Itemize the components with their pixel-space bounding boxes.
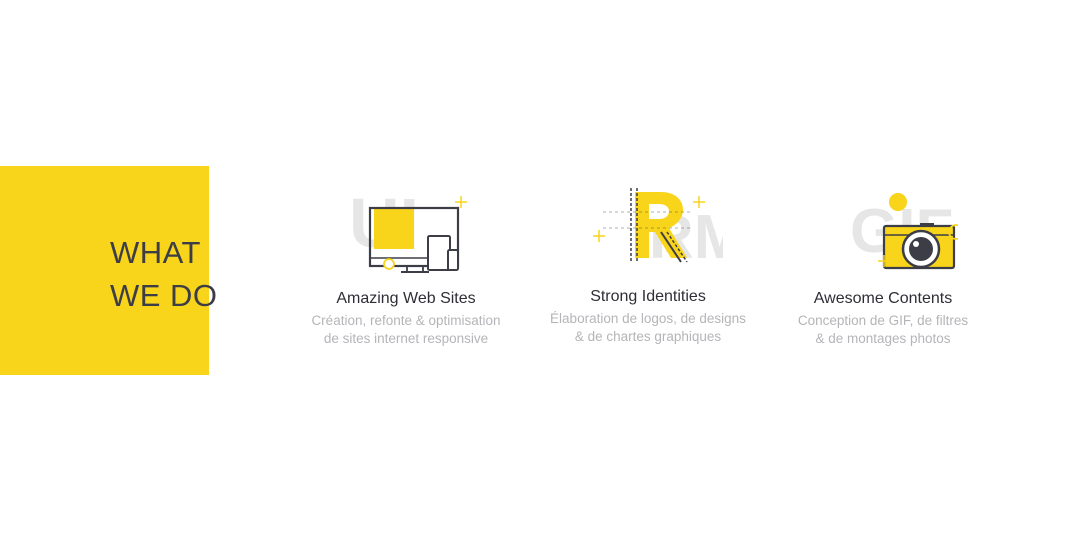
service-description-line-1: Création, refonte & optimisation	[311, 313, 501, 328]
identities-illustration: RM	[528, 180, 768, 275]
service-description: Conception de GIF, de filtres & de monta…	[763, 312, 1003, 348]
service-title: Awesome Contents	[813, 290, 953, 307]
service-card-identities: RM Strong Identities Élaboration de logo…	[528, 180, 768, 346]
devices-icon: UI	[349, 184, 467, 273]
section-title: WHAT WE DO	[110, 231, 218, 317]
service-card-contents: GIF Awesome Contents Conception de GIF, …	[763, 180, 1003, 348]
service-description: Création, refonte & optimisation de site…	[286, 312, 526, 348]
camera-icon: GIF	[850, 193, 958, 270]
service-title: Amazing Web Sites	[336, 290, 476, 307]
service-description-line-2: & de chartes graphiques	[574, 329, 722, 344]
service-card-web-sites: UI Amazing Web Sites Création, refonte &…	[286, 180, 526, 348]
section-title-line-1: WHAT	[110, 235, 201, 270]
service-description-line-1: Élaboration de logos, de designs	[550, 311, 746, 326]
service-title: Strong Identities	[590, 288, 706, 305]
web-sites-illustration: UI	[286, 180, 526, 275]
service-description-line-1: Conception de GIF, de filtres	[797, 313, 969, 328]
letter-r-drafting-icon: RM	[593, 188, 723, 272]
contents-illustration: GIF	[763, 180, 1003, 275]
service-description-line-2: & de montages photos	[815, 331, 951, 346]
service-description: Élaboration de logos, de designs & de ch…	[528, 310, 768, 346]
section-title-line-2: WE DO	[110, 278, 218, 313]
service-description-line-2: de sites internet responsive	[323, 331, 489, 346]
